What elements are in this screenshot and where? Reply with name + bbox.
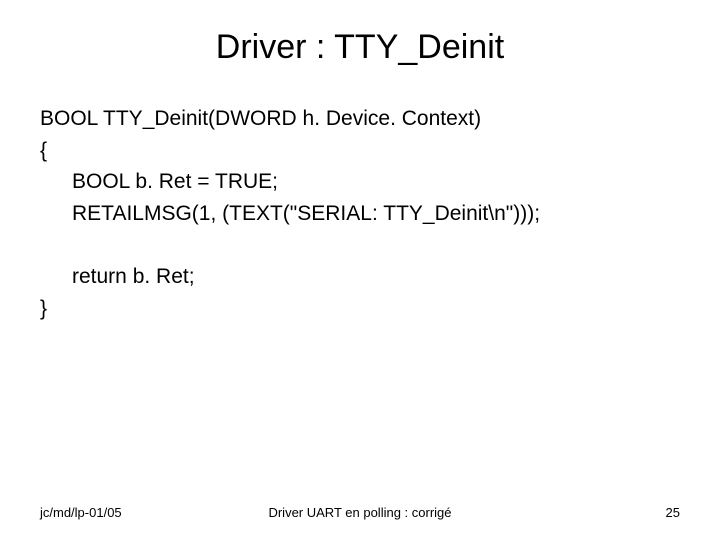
- code-line: return b. Ret;: [40, 261, 680, 293]
- footer-center: Driver UART en polling : corrigé: [40, 505, 680, 520]
- page-number: 25: [666, 505, 680, 520]
- slide: Driver : TTY_Deinit BOOL TTY_Deinit(DWOR…: [0, 0, 720, 540]
- footer-left: jc/md/lp-01/05: [40, 505, 122, 520]
- code-line: BOOL b. Ret = TRUE;: [40, 166, 680, 198]
- code-line: BOOL TTY_Deinit(DWORD h. Device. Context…: [40, 103, 680, 135]
- footer: jc/md/lp-01/05 Driver UART en polling : …: [40, 505, 680, 520]
- blank-line: [40, 229, 680, 261]
- code-line: }: [40, 293, 680, 325]
- slide-title: Driver : TTY_Deinit: [40, 28, 680, 67]
- code-line: RETAILMSG(1, (TEXT("SERIAL: TTY_Deinit\n…: [40, 198, 680, 230]
- code-line: {: [40, 135, 680, 167]
- code-block: BOOL TTY_Deinit(DWORD h. Device. Context…: [40, 103, 680, 324]
